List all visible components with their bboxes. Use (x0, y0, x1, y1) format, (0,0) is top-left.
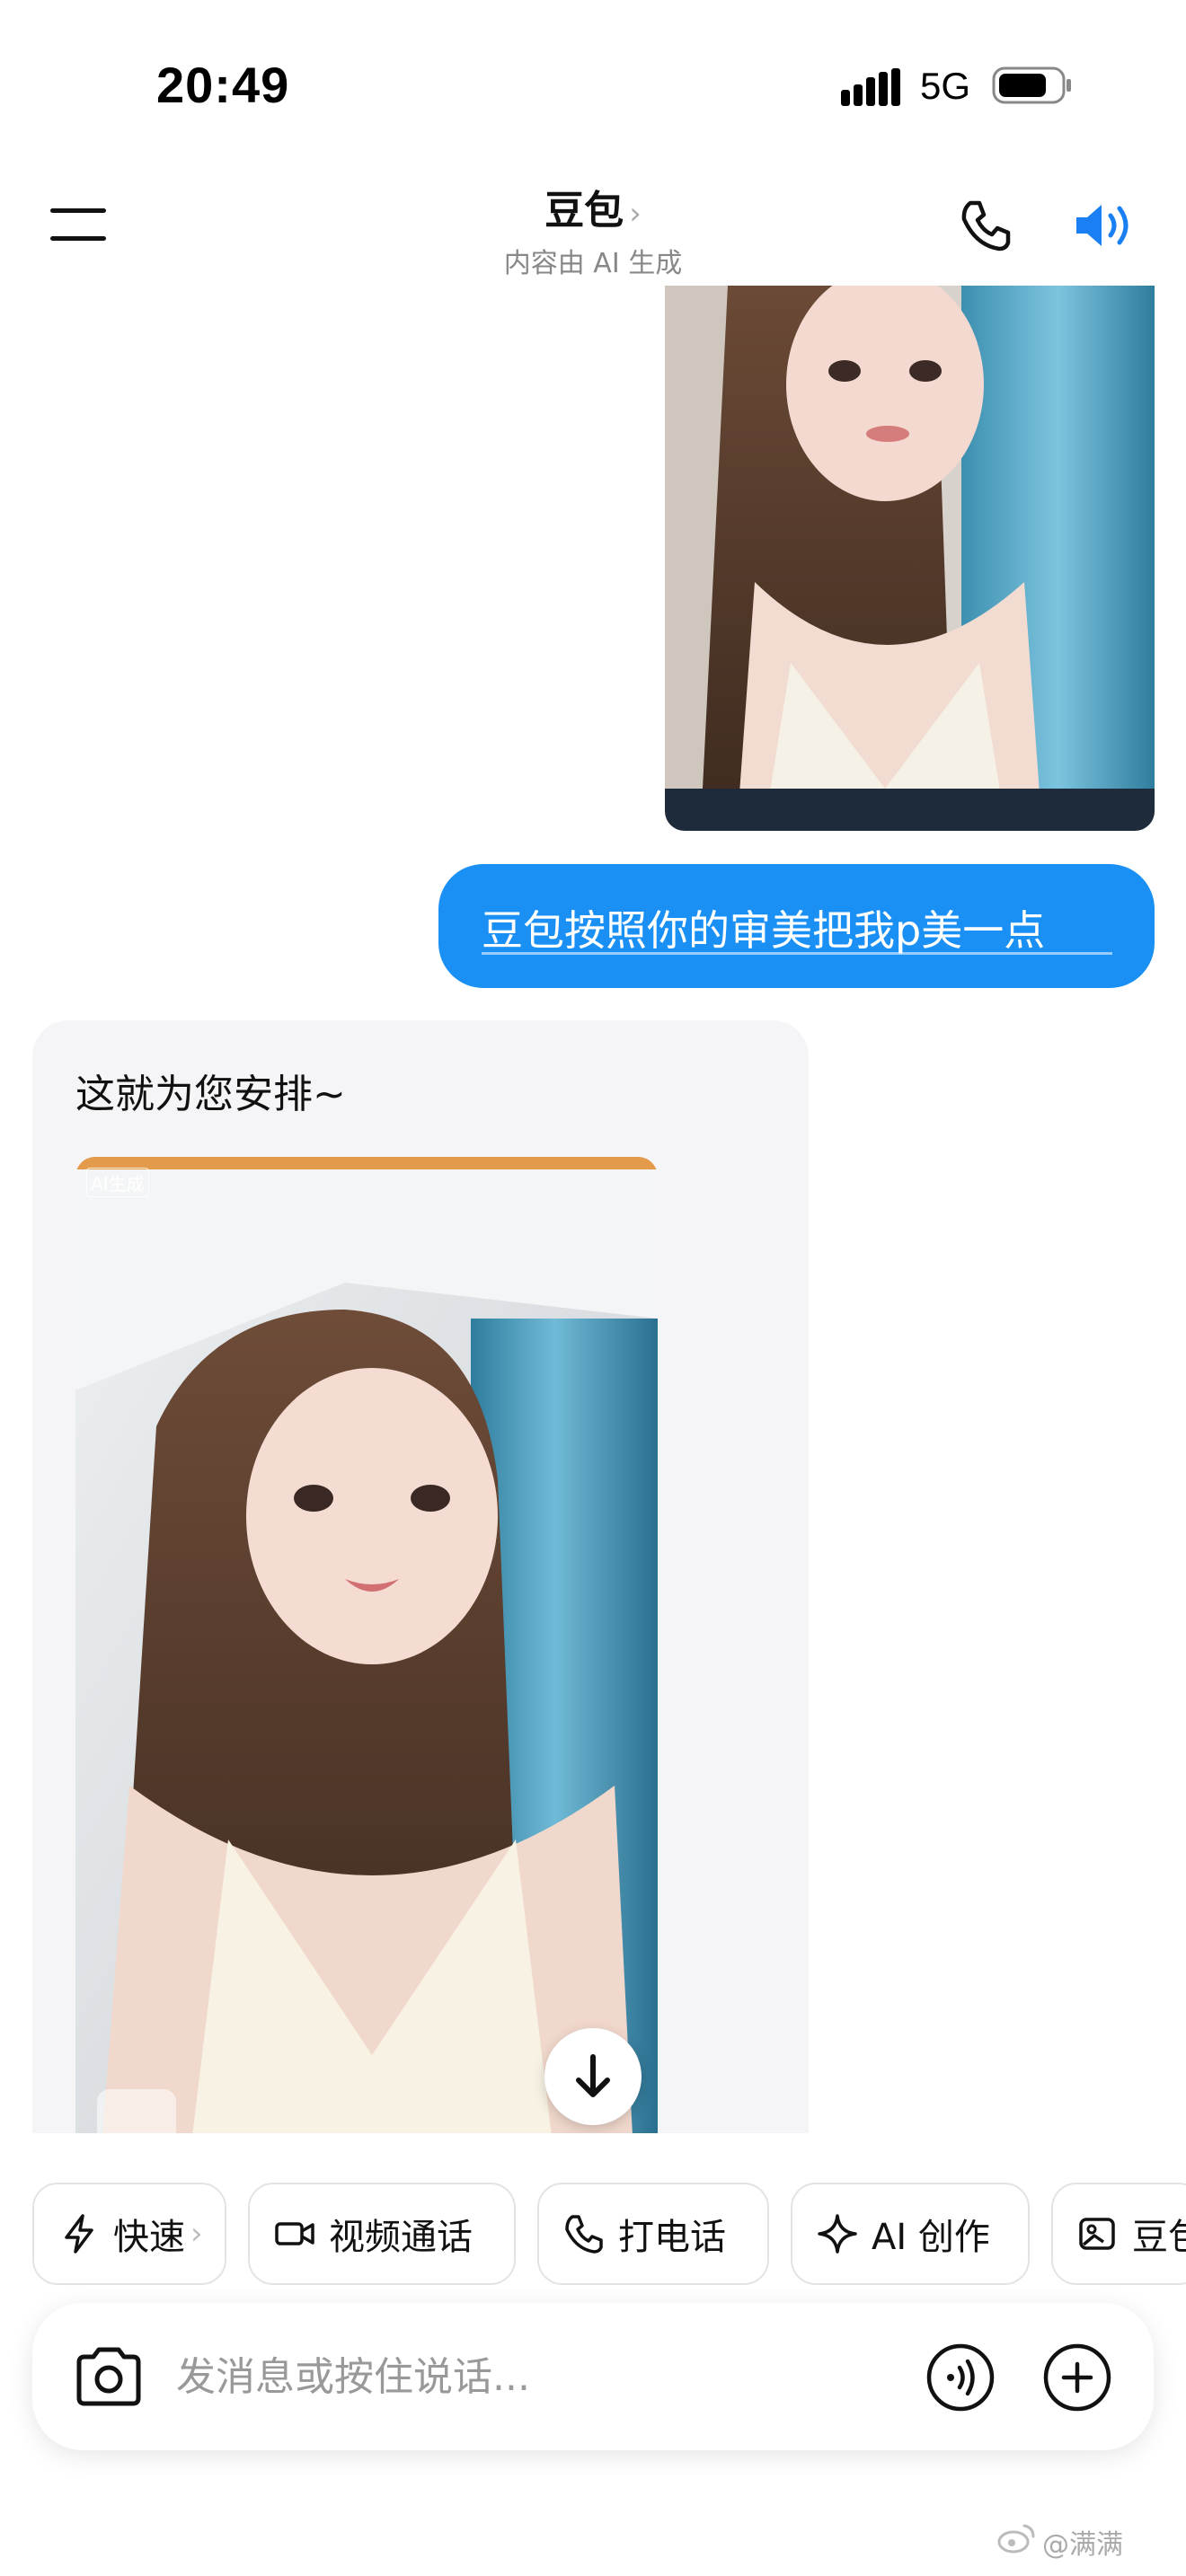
chevron-right-icon: › (190, 2216, 203, 2252)
quick-action-image-edit[interactable]: 豆包 (1051, 2183, 1186, 2285)
bolt-icon (65, 2214, 93, 2254)
phone-call-icon[interactable] (958, 198, 1013, 253)
voice-call-icon[interactable] (925, 2342, 996, 2413)
ai-disclaimer: 内容由 AI 生成 (503, 248, 683, 279)
sparkle-icon (818, 2214, 857, 2254)
download-button[interactable] (544, 2028, 642, 2125)
user-photo[interactable] (665, 286, 1155, 831)
phone-icon (565, 2215, 603, 2254)
video-call-icon (275, 2222, 314, 2245)
camera-icon[interactable] (72, 2341, 146, 2413)
ai-generated-photo[interactable] (75, 1157, 658, 2136)
watermark-text: @满满 (1042, 2529, 1123, 2561)
chip-label: 视频通话 (329, 2217, 473, 2258)
chat-title[interactable]: 豆包 (544, 188, 624, 234)
chat-header: 豆包 › 内容由 AI 生成 (0, 162, 1186, 283)
status-time: 20:49 (156, 57, 290, 113)
plus-icon[interactable] (1042, 2342, 1112, 2413)
chip-label: 豆包 (1132, 2217, 1186, 2258)
chip-label: 快速 (113, 2217, 185, 2258)
network-type: 5G (920, 65, 971, 107)
menu-icon[interactable] (50, 207, 110, 243)
status-bar: 20:49 5G (0, 0, 1186, 162)
ai-generated-label: AI生成 (86, 1168, 149, 1197)
quick-action-video-call[interactable]: 视频通话 (248, 2183, 516, 2285)
message-input-bar (32, 2303, 1154, 2450)
ai-message-text: 这就为您安排~ (75, 1072, 346, 1117)
quick-action-fast[interactable]: 快速 › (32, 2183, 226, 2285)
download-icon (576, 2054, 610, 2097)
image-edit-icon (1079, 2218, 1115, 2250)
weibo-logo-icon (997, 2524, 1035, 2554)
title-chevron-icon: › (629, 196, 642, 232)
signal-icon (841, 68, 900, 106)
text-underline (482, 952, 1112, 955)
message-input[interactable] (176, 2339, 913, 2414)
quick-action-phone-call[interactable]: 打电话 (537, 2183, 769, 2285)
user-message-text: 豆包按照你的审美把我p美一点 (482, 906, 1046, 955)
battery-icon (992, 66, 1071, 104)
chat-title-group[interactable]: 豆包 › 内容由 AI 生成 (413, 178, 773, 280)
quick-action-ai-create[interactable]: AI 创作 (791, 2183, 1030, 2285)
speaker-icon[interactable] (1073, 198, 1136, 253)
chip-label: 打电话 (618, 2217, 726, 2258)
chip-label: AI 创作 (872, 2217, 990, 2258)
